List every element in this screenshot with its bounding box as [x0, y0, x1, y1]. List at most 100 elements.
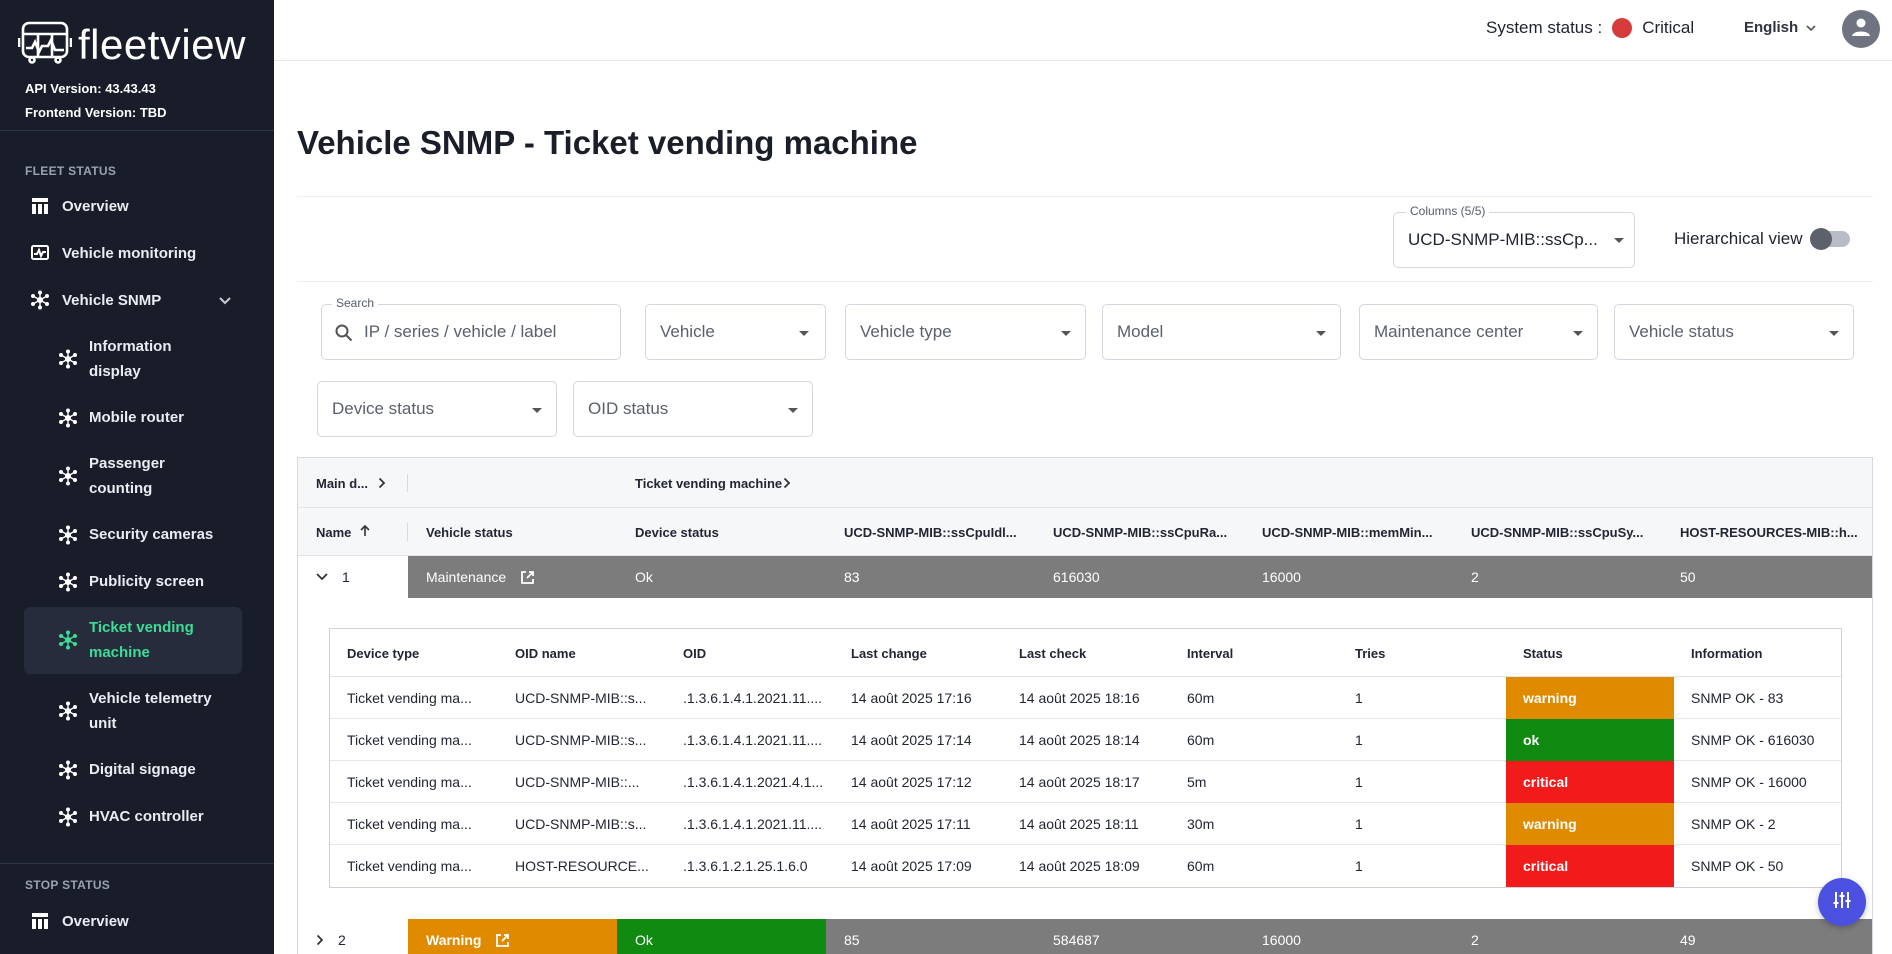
- hierarchical-view-label: Hierarchical view: [1674, 229, 1803, 248]
- oid-detail-row[interactable]: Ticket vending ma... UCD-SNMP-MIB::s... …: [330, 677, 1841, 719]
- column-header-oid-name[interactable]: OID name: [515, 646, 576, 661]
- sidebar-item-security-cameras[interactable]: Security cameras: [58, 522, 238, 547]
- chevron-down-icon[interactable]: [316, 573, 328, 581]
- chevron-right-icon[interactable]: [316, 934, 324, 946]
- chevron-right-icon[interactable]: [378, 476, 386, 494]
- caret-down-icon: [1316, 331, 1326, 336]
- group-header-ticket-vending-machine[interactable]: Ticket vending machine: [635, 476, 782, 491]
- language-selector[interactable]: English: [1744, 19, 1816, 36]
- interval-cell: 5m: [1187, 774, 1207, 790]
- sidebar-item-vehicle-telemetry-unit[interactable]: Vehicle telemetry unit: [58, 686, 238, 736]
- vehicle-select[interactable]: Vehicle: [645, 304, 826, 360]
- user-avatar[interactable]: [1842, 10, 1880, 48]
- sidebar-item-digital-signage[interactable]: Digital signage: [58, 757, 238, 782]
- column-header-last-check[interactable]: Last check: [1019, 646, 1086, 661]
- oid-status-select[interactable]: OID status: [573, 381, 813, 437]
- sidebar-item-label: Passenger counting: [89, 455, 165, 497]
- caret-down-icon: [1614, 238, 1624, 243]
- settings-fab-button[interactable]: [1818, 878, 1866, 926]
- device-status-select[interactable]: Device status: [317, 381, 557, 437]
- oid-value-cell: 83: [826, 556, 1035, 598]
- column-header-oid-5[interactable]: HOST-RESOURCES-MIB::h...: [1680, 525, 1858, 540]
- model-select[interactable]: Model: [1102, 304, 1341, 360]
- vehicle-status-value: Maintenance: [426, 569, 507, 585]
- column-header-last-change[interactable]: Last change: [851, 646, 927, 661]
- hierarchical-view-toggle[interactable]: [1810, 228, 1850, 250]
- sidebar-item-publicity-screen[interactable]: Publicity screen: [58, 569, 238, 594]
- oid-detail-header-row: Device type OID name OID Last change Las…: [330, 629, 1841, 677]
- oid-value: 49: [1680, 932, 1696, 948]
- oid-cell: .1.3.6.1.4.1.2021.11....: [683, 690, 823, 706]
- group-header-main[interactable]: Main d...: [316, 476, 368, 491]
- column-header-oid-2[interactable]: UCD-SNMP-MIB::ssCpuRa...: [1053, 525, 1227, 540]
- oid-value: 50: [1680, 569, 1696, 585]
- oid-value-cell: 85: [826, 919, 1035, 954]
- column-header-device-status[interactable]: Device status: [635, 525, 719, 540]
- api-version: API Version: 43.43.43: [25, 81, 156, 96]
- vehicle-type-select[interactable]: Vehicle type: [845, 304, 1086, 360]
- sidebar-item-hvac-controller[interactable]: HVAC controller: [58, 804, 238, 829]
- device-type-cell: Ticket vending ma...: [347, 732, 472, 748]
- oid-detail-row[interactable]: Ticket vending ma... UCD-SNMP-MIB::... .…: [330, 761, 1841, 803]
- caret-down-icon: [1829, 331, 1839, 336]
- table-row[interactable]: 1 Maintenance Ok 83 616030 16000 2 50: [298, 556, 1872, 598]
- oid-name-cell: HOST-RESOURCE...: [515, 858, 649, 874]
- column-header-vehicle-status[interactable]: Vehicle status: [426, 525, 513, 540]
- oid-value: 2: [1471, 569, 1479, 585]
- sort-ascending-icon[interactable]: [360, 524, 370, 542]
- network-nodes-icon: [58, 807, 78, 827]
- oid-value: 616030: [1053, 569, 1100, 585]
- oid-detail-row[interactable]: Ticket vending ma... UCD-SNMP-MIB::s... …: [330, 803, 1841, 845]
- chevron-down-icon[interactable]: [219, 292, 231, 310]
- chevron-down-icon: [1798, 19, 1816, 36]
- caret-down-icon: [788, 408, 798, 413]
- maintenance-center-select-label: Maintenance center: [1374, 322, 1524, 341]
- device-status-cell: Ok: [617, 556, 826, 598]
- sidebar-item-vehicle-monitoring[interactable]: Vehicle monitoring: [30, 243, 196, 263]
- columns-select[interactable]: Columns (5/5) UCD-SNMP-MIB::ssCp...: [1393, 204, 1635, 268]
- device-status-value: Ok: [635, 569, 653, 585]
- sidebar-item-stop-overview[interactable]: Overview: [30, 911, 129, 931]
- system-status-label: System status :: [1486, 18, 1603, 37]
- column-header-information[interactable]: Information: [1691, 646, 1763, 661]
- column-header-device-type[interactable]: Device type: [347, 646, 419, 661]
- device-type-cell: Ticket vending ma...: [347, 816, 472, 832]
- search-input[interactable]: Search IP / series / vehicle / label: [321, 296, 621, 360]
- column-header-status[interactable]: Status: [1523, 646, 1563, 661]
- search-label: Search: [332, 296, 379, 310]
- external-link-icon[interactable]: [495, 933, 510, 948]
- language-label: English: [1744, 19, 1799, 36]
- status-cell: critical: [1506, 761, 1674, 803]
- column-header-oid-1[interactable]: UCD-SNMP-MIB::ssCpuIdl...: [844, 525, 1017, 540]
- sidebar-item-label: Overview: [62, 912, 129, 930]
- information-cell: SNMP OK - 83: [1691, 690, 1784, 706]
- maintenance-center-select[interactable]: Maintenance center: [1359, 304, 1598, 360]
- sidebar: fleetview API Version: 43.43.43 Frontend…: [0, 0, 274, 954]
- vehicle-status-select[interactable]: Vehicle status: [1614, 304, 1854, 360]
- last-check-cell: 14 août 2025 18:14: [1019, 732, 1140, 748]
- sidebar-item-overview[interactable]: Overview: [30, 196, 129, 216]
- sidebar-item-information-display[interactable]: Information display: [58, 334, 238, 384]
- app-logo[interactable]: fleetview: [17, 20, 246, 69]
- column-header-name[interactable]: Name: [316, 525, 351, 540]
- device-status-cell: Ok: [617, 919, 826, 954]
- chevron-right-icon[interactable]: [783, 476, 791, 494]
- column-header-oid-3[interactable]: UCD-SNMP-MIB::memMin...: [1262, 525, 1432, 540]
- sidebar-item-mobile-router[interactable]: Mobile router: [58, 405, 238, 430]
- column-header-oid[interactable]: OID: [683, 646, 706, 661]
- oid-name-cell: UCD-SNMP-MIB::...: [515, 774, 640, 790]
- bus-logo-icon: [17, 20, 73, 69]
- sidebar-item-passenger-counting[interactable]: Passenger counting: [58, 451, 238, 501]
- sidebar-item-ticket-vending-machine[interactable]: Ticket vending machine: [58, 615, 238, 665]
- column-header-interval[interactable]: Interval: [1187, 646, 1233, 661]
- column-header-oid-4[interactable]: UCD-SNMP-MIB::ssCpuSy...: [1471, 525, 1643, 540]
- table-row[interactable]: 2 Warning Ok 85 584687 16000 2 49: [298, 919, 1872, 954]
- external-link-icon[interactable]: [520, 570, 535, 585]
- network-nodes-icon: [58, 466, 78, 486]
- oid-detail-row[interactable]: Ticket vending ma... UCD-SNMP-MIB::s... …: [330, 719, 1841, 761]
- oid-detail-row[interactable]: Ticket vending ma... HOST-RESOURCE... .1…: [330, 845, 1841, 887]
- sidebar-item-vehicle-snmp[interactable]: Vehicle SNMP: [30, 290, 161, 310]
- oid-value: 16000: [1262, 932, 1301, 948]
- column-header-tries[interactable]: Tries: [1355, 646, 1385, 661]
- oid-cell: .1.3.6.1.4.1.2021.11....: [683, 732, 823, 748]
